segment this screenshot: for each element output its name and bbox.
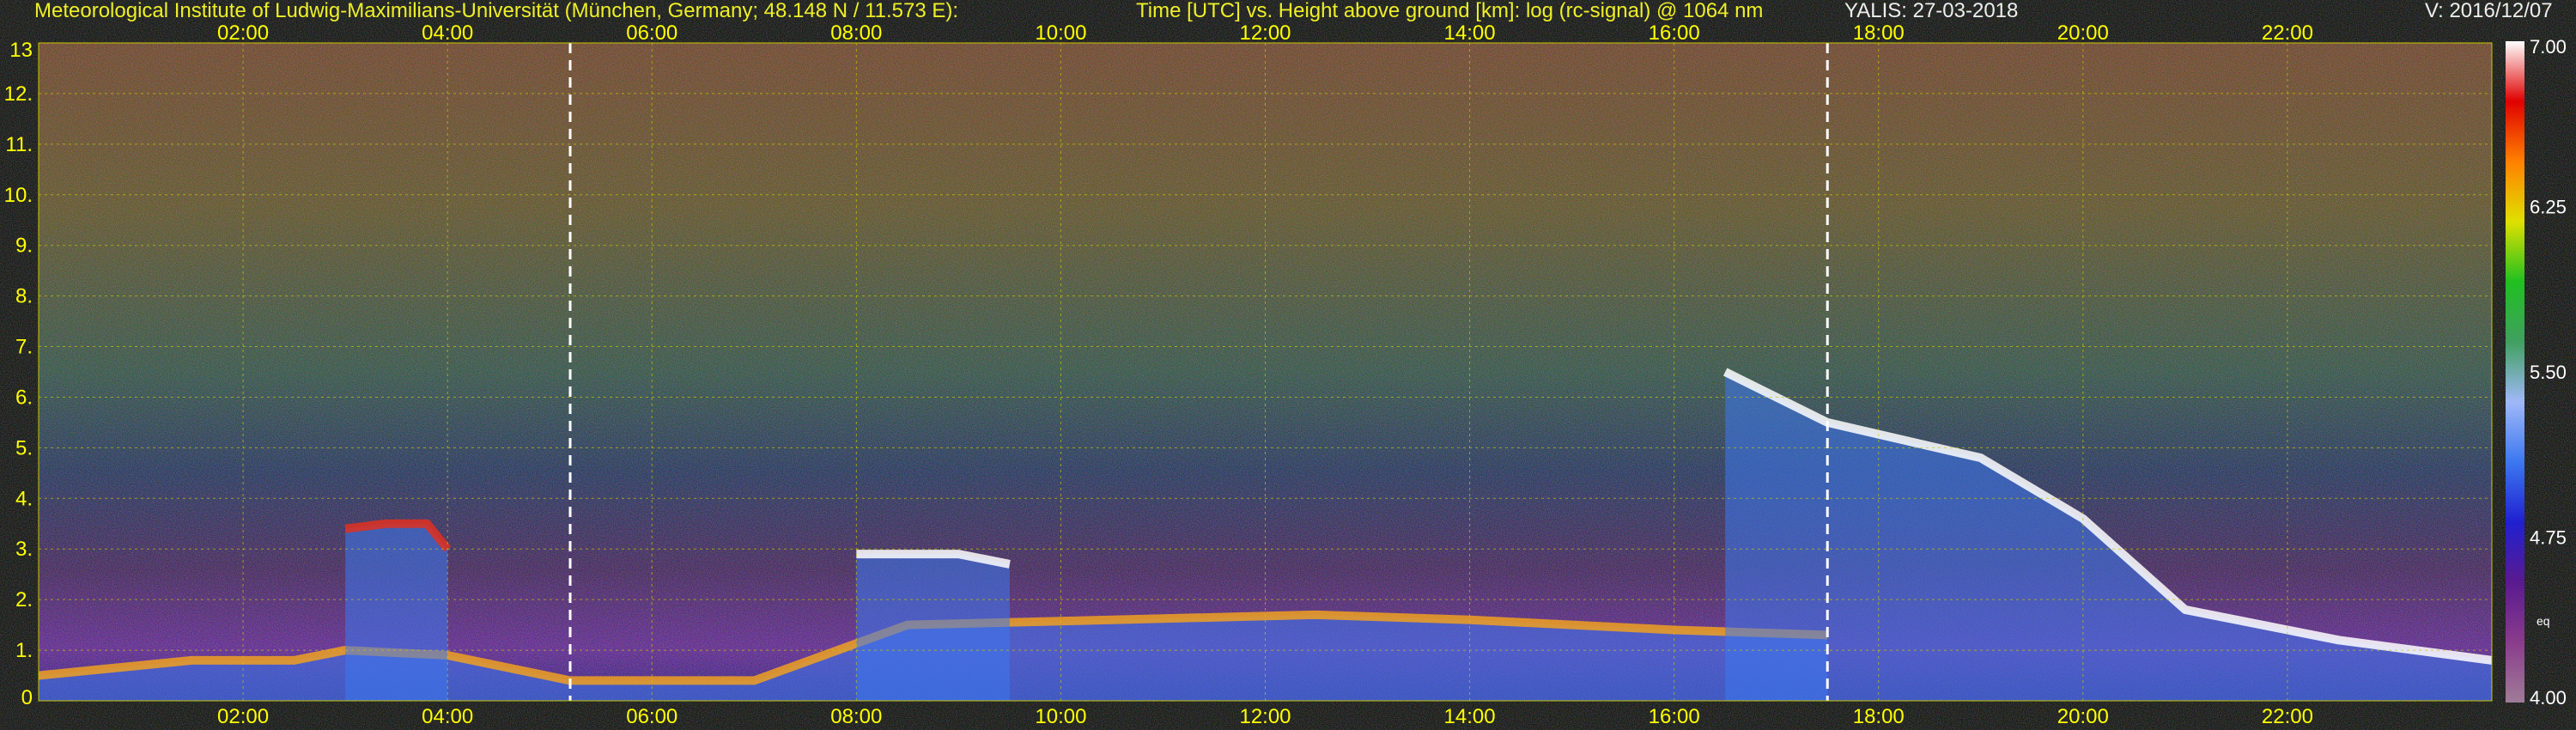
x-tick-top-1: 04:00 [422,21,473,45]
y-tick-13: 13 [9,39,33,62]
y-tick-2: 2. [15,588,33,611]
colorbar-tick-2: 5.50 [2530,362,2567,383]
x-tick-bottom-3: 08:00 [830,705,882,728]
x-ticks-top: 02:00 04:00 06:00 08:00 10:00 12:00 14:00 16:00… [217,21,2313,45]
lidar-chart: 02:00 04:00 06:00 08:00 10:00 12:00 14:00 16:00… [4,21,2567,728]
colorbar-ticks: 4.00 4.75 5.50 6.25 7.00 eq [2530,36,2567,709]
feature-cloud-2-fill [856,554,1010,701]
y-tick-3: 3. [15,538,33,561]
colorbar [2506,41,2524,703]
x-tick-top-6: 14:00 [1444,21,1496,45]
x-tick-top-8: 18:00 [1853,21,1905,45]
y-tick-4: 4. [15,487,33,510]
x-tick-bottom-6: 14:00 [1444,705,1496,728]
x-tick-top-2: 06:00 [626,21,677,45]
y-ticks: 0 1. 2. 3. 4. 5. 6. 7. 8. 9. 10. 11. 12. 13 [4,39,33,709]
y-tick-10: 10. [4,184,33,207]
y-tick-11: 11. [5,133,33,156]
x-tick-top-0: 02:00 [217,21,269,45]
y-tick-9: 9. [15,234,33,258]
colorbar-tick-3: 6.25 [2530,197,2567,218]
y-tick-6: 6. [15,386,33,409]
x-tick-bottom-9: 20:00 [2057,705,2109,728]
colorbar-tick-0: 4.00 [2530,687,2567,709]
x-tick-bottom-5: 12:00 [1239,705,1291,728]
x-tick-top-7: 16:00 [1649,21,1700,45]
y-tick-0: 0 [21,686,33,709]
y-tick-1: 1. [15,639,33,662]
feature-aerosol-plume-1-fill [345,523,448,701]
x-tick-bottom-0: 02:00 [217,705,269,728]
x-tick-top-10: 22:00 [2262,21,2313,45]
x-tick-top-5: 12:00 [1239,21,1291,45]
x-tick-bottom-4: 10:00 [1035,705,1086,728]
x-tick-bottom-10: 22:00 [2262,705,2313,728]
x-tick-bottom-2: 06:00 [626,705,677,728]
y-tick-8: 8. [15,285,33,308]
colorbar-extra-label: eq [2537,614,2550,628]
x-tick-top-9: 20:00 [2057,21,2109,45]
y-tick-7: 7. [15,336,33,359]
x-ticks-bottom: 02:00 04:00 06:00 08:00 10:00 12:00 14:00 16:00… [217,705,2313,728]
x-tick-top-4: 10:00 [1035,21,1086,45]
x-tick-bottom-1: 04:00 [422,705,473,728]
x-tick-bottom-7: 16:00 [1649,705,1700,728]
x-tick-top-3: 08:00 [830,21,882,45]
y-tick-5: 5. [15,436,33,459]
x-tick-bottom-8: 18:00 [1853,705,1905,728]
y-tick-12: 12. [4,82,33,106]
colorbar-tick-4: 7.00 [2530,36,2567,58]
colorbar-tick-1: 4.75 [2530,527,2567,549]
